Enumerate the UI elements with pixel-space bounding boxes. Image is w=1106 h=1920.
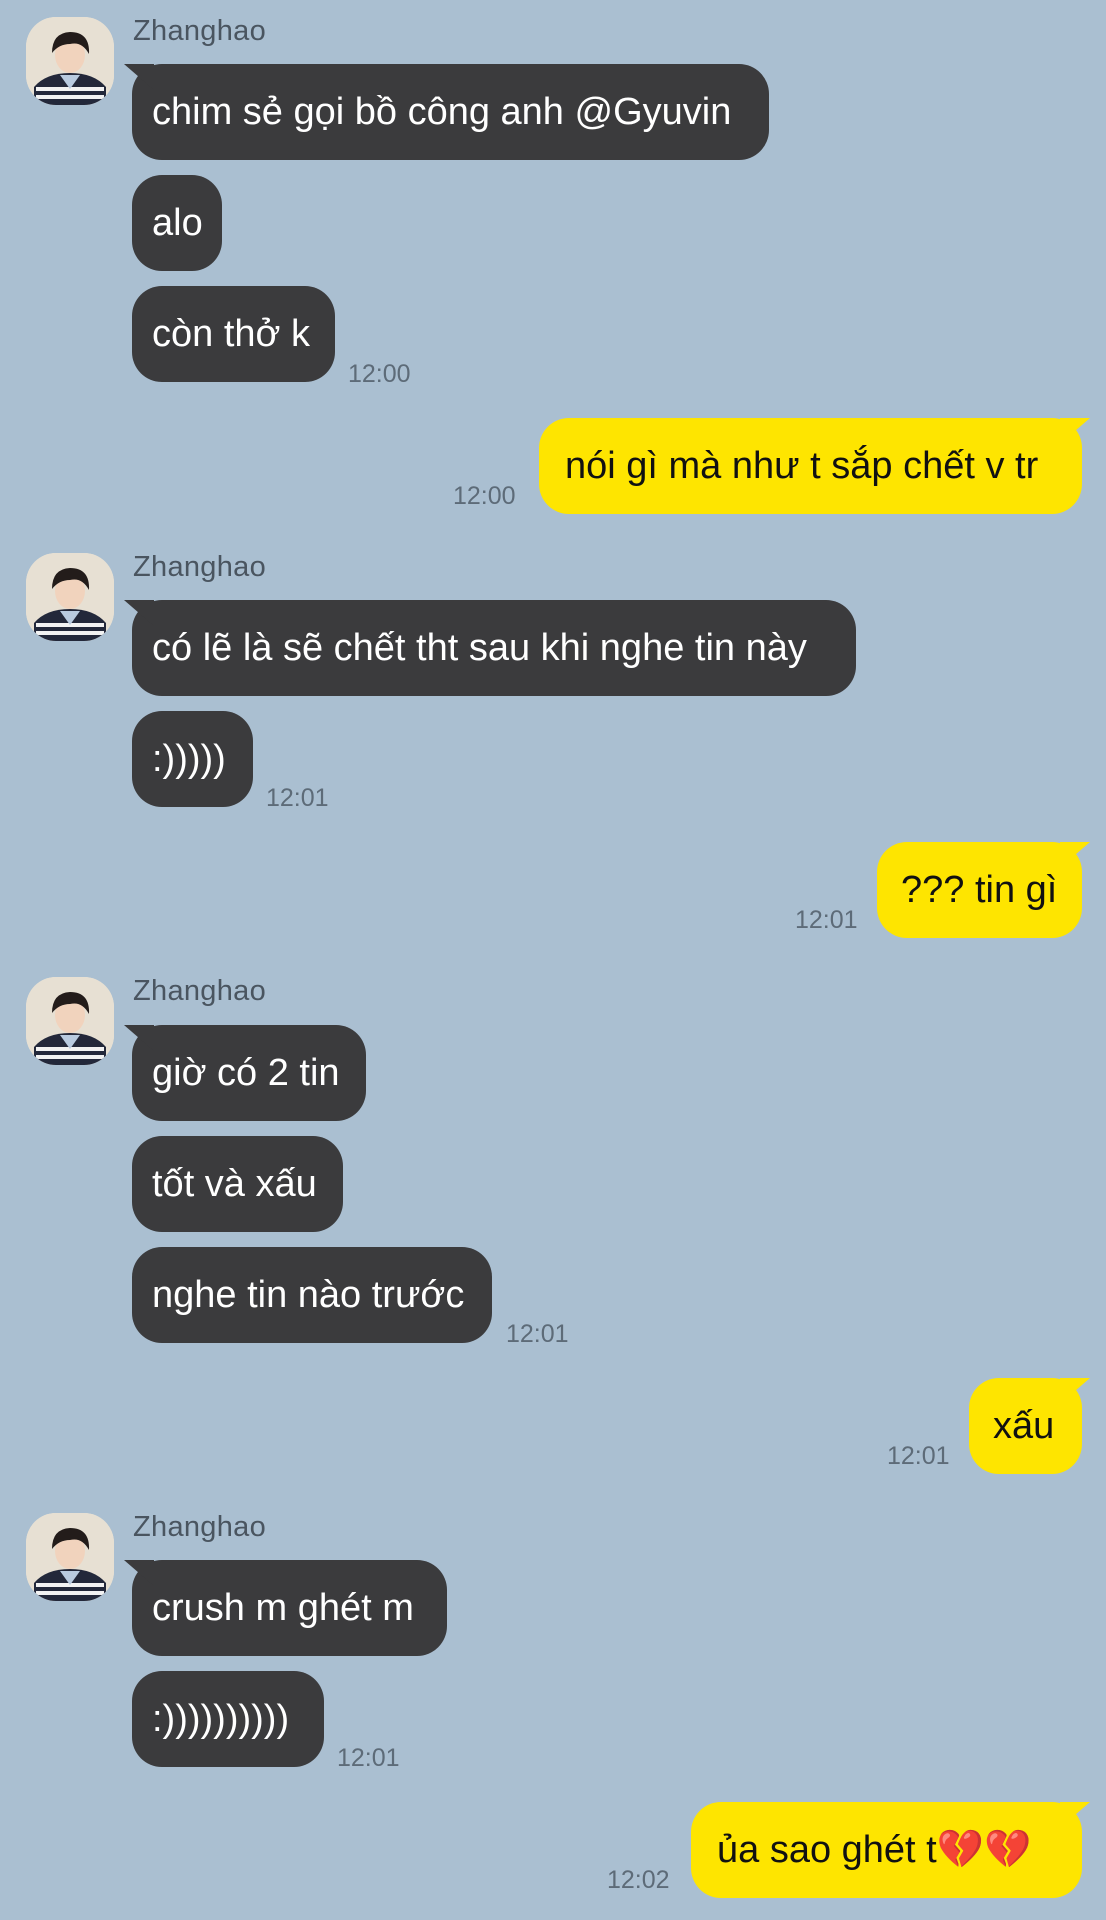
message-text: :))))) xyxy=(152,738,226,780)
message-text: nghe tin nào trước xyxy=(152,1274,465,1316)
message-timestamp: 12:00 xyxy=(453,482,516,510)
message-text: nói gì mà như t sắp chết v tr xyxy=(565,445,1039,487)
bubble-tail-icon xyxy=(1060,418,1090,444)
incoming-message-bubble[interactable]: nghe tin nào trước xyxy=(132,1247,492,1343)
chat-area[interactable]: Zhanghao chim sẻ gọi bồ công anh @Gyuvin… xyxy=(0,0,1106,1920)
incoming-message-bubble[interactable]: :))))) xyxy=(132,711,253,807)
bubble-tail-icon xyxy=(124,64,154,90)
incoming-message-bubble[interactable]: có lẽ là sẽ chết tht sau khi nghe tin nà… xyxy=(124,600,856,696)
incoming-message-bubble[interactable]: alo xyxy=(132,175,222,271)
bubble-tail-icon xyxy=(124,1025,154,1051)
sender-avatar[interactable] xyxy=(26,1513,114,1601)
incoming-message-bubble[interactable]: giờ có 2 tin xyxy=(124,1025,366,1121)
outgoing-message-bubble[interactable]: ủa sao ghét t💔💔 xyxy=(691,1802,1090,1898)
message-text: giờ có 2 tin xyxy=(152,1052,340,1094)
message-timestamp: 12:01 xyxy=(266,784,329,812)
incoming-message-bubble[interactable]: tốt và xấu xyxy=(132,1136,343,1232)
sender-avatar[interactable] xyxy=(26,17,114,105)
incoming-message-bubble[interactable]: còn thở k xyxy=(132,286,335,382)
outgoing-message-bubble[interactable]: ??? tin gì xyxy=(877,842,1090,938)
message-text: còn thở k xyxy=(152,313,310,355)
sender-name: Zhanghao xyxy=(133,15,267,47)
message-text: có lẽ là sẽ chết tht sau khi nghe tin nà… xyxy=(152,627,807,669)
sender-name: Zhanghao xyxy=(133,551,267,583)
message-text: :)))))))))) xyxy=(152,1698,290,1740)
message-timestamp: 12:01 xyxy=(795,906,858,934)
sender-name: Zhanghao xyxy=(133,1511,267,1543)
message-text: tốt và xấu xyxy=(152,1163,317,1205)
bubble-tail-icon xyxy=(1060,1378,1090,1404)
incoming-message-bubble[interactable]: chim sẻ gọi bồ công anh @Gyuvin xyxy=(124,64,769,160)
message-text: chim sẻ gọi bồ công anh @Gyuvin xyxy=(152,91,732,133)
sender-name: Zhanghao xyxy=(133,975,267,1007)
message-timestamp: 12:01 xyxy=(887,1442,950,1470)
outgoing-message-bubble[interactable]: xấu xyxy=(969,1378,1090,1474)
bubble-tail-icon xyxy=(124,1560,154,1586)
bubble-tail-icon xyxy=(1060,842,1090,868)
outgoing-message-bubble[interactable]: nói gì mà như t sắp chết v tr xyxy=(539,418,1090,514)
bubble-tail-icon xyxy=(124,600,154,626)
sender-avatar[interactable] xyxy=(26,553,114,641)
message-text: alo xyxy=(152,202,203,244)
message-text: ??? tin gì xyxy=(901,869,1058,911)
incoming-message-bubble[interactable]: :)))))))))) xyxy=(132,1671,324,1767)
message-timestamp: 12:02 xyxy=(607,1866,670,1894)
bubble-tail-icon xyxy=(1060,1802,1090,1828)
message-timestamp: 12:00 xyxy=(348,360,411,388)
message-text: xấu xyxy=(993,1405,1055,1447)
incoming-message-bubble[interactable]: crush m ghét m xyxy=(124,1560,447,1656)
message-timestamp: 12:01 xyxy=(337,1744,400,1772)
message-text: ủa sao ghét t💔💔 xyxy=(717,1829,1032,1871)
message-timestamp: 12:01 xyxy=(506,1320,569,1348)
message-text: crush m ghét m xyxy=(152,1587,414,1629)
sender-avatar[interactable] xyxy=(26,977,114,1065)
